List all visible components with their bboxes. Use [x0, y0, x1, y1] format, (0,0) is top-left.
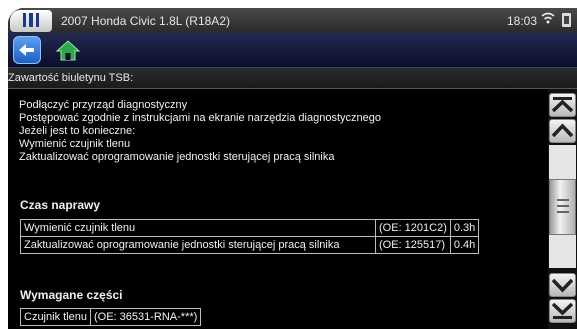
instruction-line: Jeżeli jest to konieczne:: [19, 125, 136, 137]
scroll-up-button[interactable]: [549, 119, 576, 143]
instruction-line: Zaktualizować oprogramowanie jednostki s…: [19, 151, 335, 163]
scroll-down-icon: [551, 278, 574, 293]
tsb-content: Podłączyć przyrząd diagnostyczny Postępo…: [8, 89, 546, 329]
instruction-line: Podłączyć przyrząd diagnostyczny: [19, 99, 188, 111]
table-row: Wymienić czujnik tlenu (OE: 1201C2) 0.3h: [20, 219, 480, 237]
vehicle-id: 2007 Honda Civic 1.8L (R18A2): [61, 14, 230, 28]
task-cell: Zaktualizować oprogramowanie jednostki s…: [20, 236, 376, 254]
menu-icon: [23, 13, 39, 27]
thumb-grip: [557, 199, 569, 201]
home-button[interactable]: [54, 36, 82, 64]
scroll-top-icon: [551, 97, 574, 113]
repair-time-table: Wymienić czujnik tlenu (OE: 1201C2) 0.3h…: [20, 219, 480, 254]
back-icon: [19, 44, 34, 56]
page-title: Zawartość biuletynu TSB:: [8, 68, 577, 89]
task-cell: Wymienić czujnik tlenu: [20, 219, 376, 237]
instruction-line: Postępować zgodnie z instrukcjami na ekr…: [19, 112, 381, 124]
repair-time-heading: Czas naprawy: [20, 198, 101, 212]
hours-cell: 0.3h: [449, 219, 480, 237]
parts-heading: Wymagane części: [20, 288, 123, 302]
scroll-down-button[interactable]: [549, 273, 576, 297]
scroll-bottom-icon: [551, 302, 574, 319]
oe-cell: (OE: 125517): [375, 236, 451, 254]
scroll-bottom-button[interactable]: [549, 299, 576, 323]
scroll-thumb[interactable]: [549, 179, 576, 235]
thumb-grip: [557, 211, 569, 213]
table-row: Czujnik tlenu (OE: 36531-RNA-***): [20, 308, 202, 326]
oe-cell: (OE: 1201C2): [375, 219, 451, 237]
hours-cell: 0.4h: [449, 236, 480, 254]
battery-icon: [562, 13, 571, 27]
wifi-icon: [541, 12, 555, 24]
status-bar: 2007 Honda Civic 1.8L (R18A2) 18:03: [8, 8, 577, 33]
thumb-grip: [557, 205, 569, 207]
menu-button[interactable]: [10, 10, 52, 32]
scrollbar[interactable]: [548, 89, 577, 329]
home-icon: [55, 40, 81, 61]
scroll-top-button[interactable]: [549, 93, 576, 117]
table-row: Zaktualizować oprogramowanie jednostki s…: [20, 236, 480, 254]
parts-table: Czujnik tlenu (OE: 36531-RNA-***): [20, 308, 202, 326]
scan-tool-screen: 2007 Honda Civic 1.8L (R18A2) 18:03 Zawa…: [8, 8, 577, 329]
back-button[interactable]: [13, 36, 41, 64]
clock: 18:03: [506, 14, 537, 28]
toolbar: [8, 33, 577, 68]
instruction-line: Wymienić czujnik tlenu: [19, 138, 131, 150]
scroll-up-icon: [551, 123, 574, 138]
oe-cell: (OE: 36531-RNA-***): [89, 308, 202, 326]
part-cell: Czujnik tlenu: [20, 308, 91, 326]
instructions: Podłączyć przyrząd diagnostyczny Postępo…: [19, 99, 381, 164]
